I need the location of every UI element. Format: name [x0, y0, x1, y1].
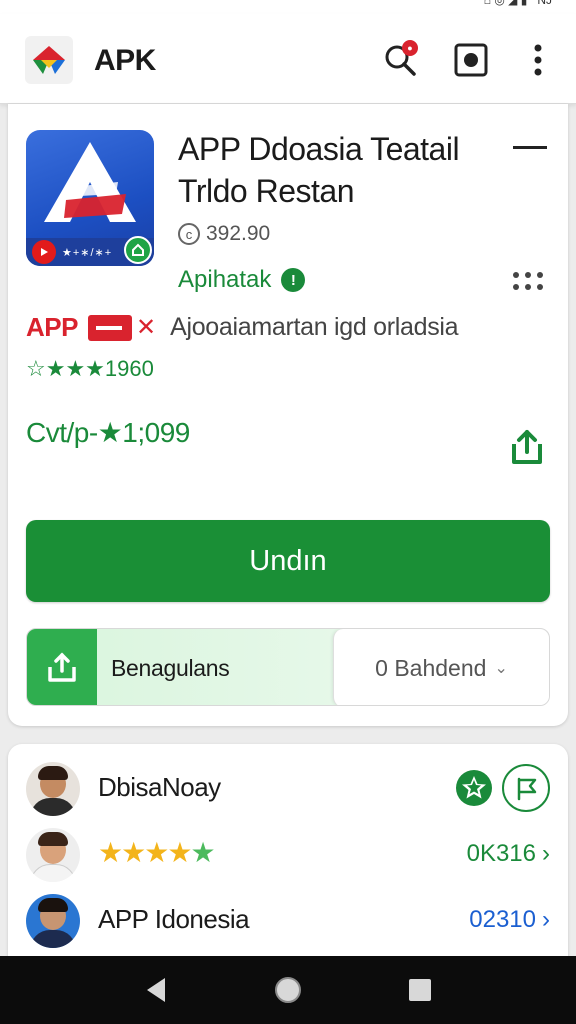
app-bar: APK ●: [0, 14, 576, 104]
download-button[interactable]: [27, 629, 97, 705]
reviewers-card: DbisaNoay ★★★★★ 0K316 › APP Idonesia 023…: [8, 744, 568, 964]
download-row[interactable]: Benagulans 0 Bahdend ⌄: [26, 628, 550, 706]
search-button[interactable]: ●: [378, 38, 422, 82]
list-item-title: DbisaNoay: [98, 772, 221, 802]
recents-icon: [409, 979, 431, 1001]
list-item-link[interactable]: 02310 ›: [469, 906, 550, 934]
chevron-right-icon: ›: [542, 840, 550, 867]
avatar: [26, 894, 80, 948]
recents-button[interactable]: [400, 970, 440, 1010]
list-item-title: APP Idonesia: [98, 904, 250, 934]
promo-description: Ajooaiamartan igd orladsia: [170, 313, 459, 341]
status-bar: ⌂ ◎ ◢ ▮ NJ: [0, 0, 576, 14]
price-text: Cvt/p-★1;099: [26, 417, 190, 448]
home-badge-icon: [124, 236, 152, 264]
grid-dots-button[interactable]: [513, 272, 547, 294]
share-icon: [512, 430, 542, 464]
flag-badge-icon: [87, 314, 132, 341]
chevron-down-icon: ⌄: [494, 660, 508, 677]
app-size: c 392.90: [178, 222, 270, 246]
app-detail-card: ★+∗/∗+ APP Ddoasia Teatail Trldo Restan …: [8, 104, 568, 726]
app-icon[interactable]: ★+∗/∗+: [26, 130, 154, 266]
flag-icon: [517, 777, 537, 801]
download-label: Benagulans: [111, 655, 230, 681]
system-nav-bar: [0, 956, 576, 1024]
chevron-right-icon: ›: [542, 906, 550, 933]
screenshot-button[interactable]: [449, 38, 493, 82]
rating-count: ☆★★★1960: [26, 356, 154, 381]
brand-label: APP: [26, 312, 78, 342]
share-button[interactable]: [504, 424, 554, 474]
home-icon: [275, 977, 301, 1003]
developer-name: Apihatak: [178, 266, 272, 293]
status-text: NJ: [537, 0, 552, 7]
back-icon: [147, 978, 165, 1002]
version-dropdown[interactable]: 0 Bahdend ⌄: [333, 629, 549, 705]
version-value: 0 Bahdend: [375, 654, 487, 681]
home-button[interactable]: [268, 970, 308, 1010]
screenshot-icon: [454, 43, 488, 77]
list-item-value: 0K316: [466, 840, 536, 867]
play-icon: [32, 240, 56, 264]
minus-icon: [513, 146, 547, 149]
list-item-value: 02310: [469, 906, 536, 933]
download-icon: [48, 652, 76, 682]
star-rating: ★★★★★: [98, 837, 216, 868]
copyright-icon: c: [178, 223, 200, 245]
apk-logo-icon[interactable]: [25, 36, 73, 84]
favorite-button[interactable]: [454, 768, 494, 808]
list-item[interactable]: ★★★★★ 0K316 ›: [8, 822, 568, 884]
status-icons: ⌂ ◎ ◢ ▮: [483, 0, 528, 7]
close-x-icon: ✕: [135, 314, 157, 341]
app-logo-graphic: [44, 142, 136, 222]
promo-row: APP ✕ Ajooaiamartan igd orladsia: [26, 312, 459, 343]
app-title: APK: [94, 44, 156, 77]
install-button[interactable]: Undın: [26, 520, 550, 602]
more-vert-icon: [534, 44, 542, 76]
verified-icon: !: [281, 268, 306, 292]
developer-line[interactable]: Apihatak !: [178, 266, 306, 294]
list-item-link[interactable]: 0K316 ›: [467, 840, 550, 868]
more-menu-button[interactable]: [516, 38, 560, 82]
back-button[interactable]: [136, 970, 176, 1010]
list-item[interactable]: DbisaNoay: [8, 756, 568, 818]
star-icon: [456, 770, 492, 806]
app-name: APP Ddoasia Teatail Trldo Restan: [178, 131, 460, 209]
list-item[interactable]: APP Idonesia 02310 ›: [8, 888, 568, 950]
avatar: [26, 828, 80, 882]
avatar: [26, 762, 80, 816]
collapse-button[interactable]: [513, 144, 553, 150]
report-button[interactable]: [502, 764, 550, 812]
strip-text: ★+∗/∗+: [62, 246, 113, 259]
app-size-value: 392.90: [206, 222, 271, 245]
notification-dot: ●: [402, 40, 418, 56]
